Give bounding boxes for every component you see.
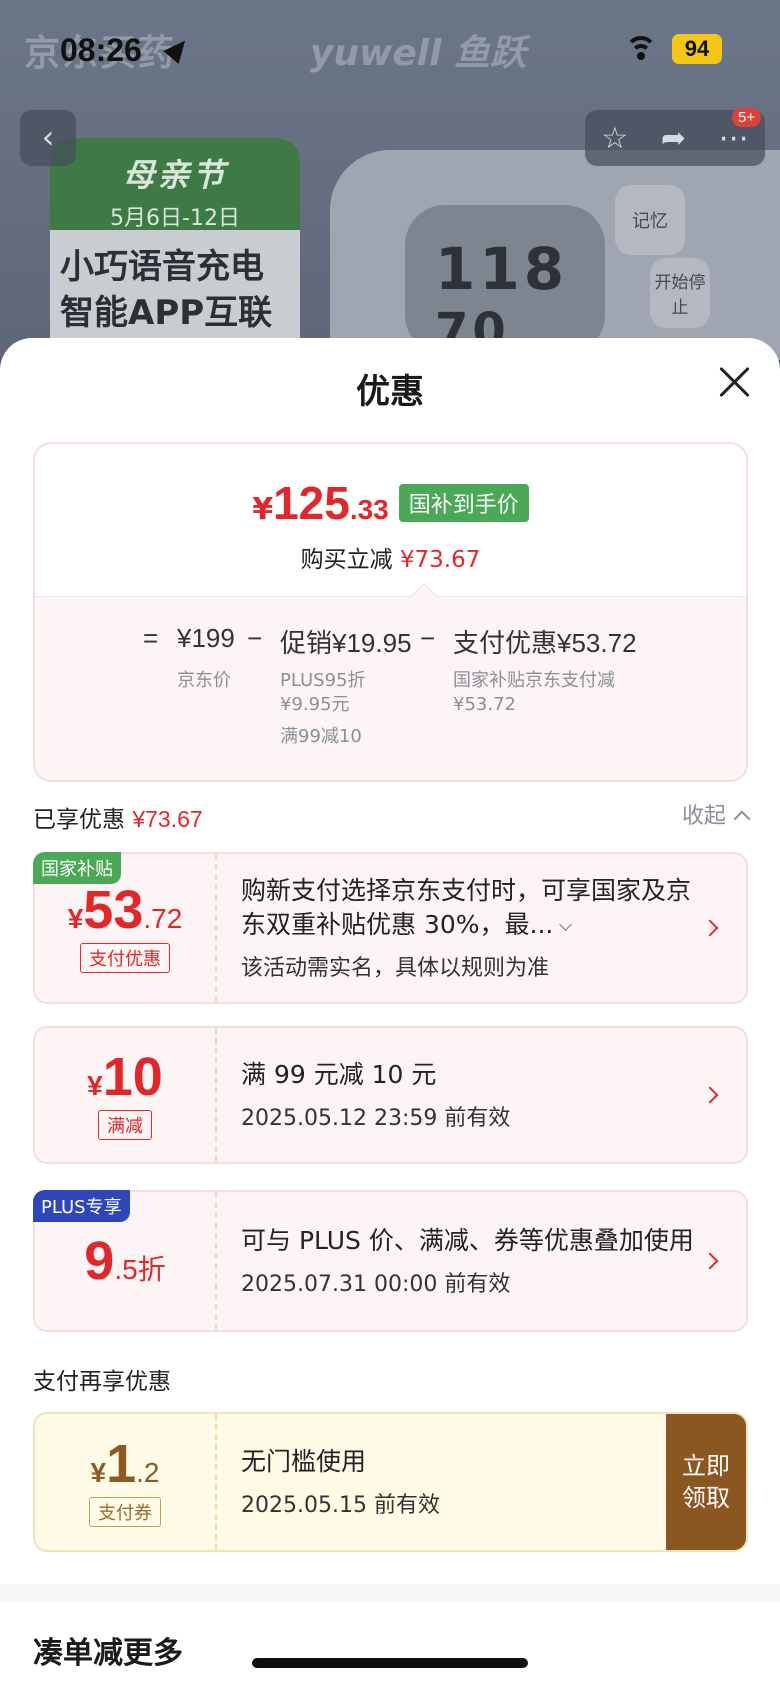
message-badge: 5+ <box>732 108 762 127</box>
minus-sign: − <box>420 623 436 653</box>
status-time: 08:26 <box>60 32 142 68</box>
coupon-amount: ¥10 <box>87 1047 163 1107</box>
coupon-title: 无门槛使用 <box>241 1447 367 1476</box>
home-indicator[interactable] <box>252 1658 528 1668</box>
promo-line: 智能APP互联 <box>60 293 273 333</box>
chevron-up-icon <box>733 810 751 828</box>
pay-discount-detail: 国家补贴京东支付减 <box>453 670 615 691</box>
chevron-right-icon <box>701 1086 719 1104</box>
coupon-expiry: 2025.05.15 前有效 <box>241 1493 440 1518</box>
add-more-title: 凑单减更多 <box>33 1636 183 1671</box>
device-memory-button: 记忆 <box>615 185 685 255</box>
equals-sign: = <box>143 623 159 653</box>
promo-detail: 满99减10 <box>280 726 362 747</box>
minus-sign: − <box>247 623 263 653</box>
status-bar: 08:26 94 <box>0 30 780 74</box>
promo-title: 母亲节 <box>122 156 228 194</box>
pay-discount-amount: 支付优惠¥53.72 <box>453 628 637 658</box>
promo-card: 母亲节 5月6日-12日 小巧语音充电 智能APP互联 <box>50 138 300 360</box>
reduce-value: ¥73.67 <box>399 547 481 573</box>
claim-coupon-button[interactable]: 立即领取 <box>666 1414 746 1550</box>
base-price-label: 京东价 <box>177 670 231 691</box>
coupon-gov-subsidy[interactable]: ¥53.72 支付优惠 国家补贴 购新支付选择京东支付时，可享国家及京东双重补贴… <box>33 852 748 1004</box>
plus-exclusive-corner-tag: PLUS专享 <box>33 1190 130 1222</box>
enjoyed-label-text: 已享优惠 <box>33 807 125 833</box>
currency-symbol: ¥ <box>252 492 274 527</box>
coupon-expiry: 2025.07.31 00:00 前有效 <box>241 1272 511 1297</box>
collapse-toggle[interactable]: 收起 <box>681 798 751 830</box>
device-screen: 118 70 <box>405 205 605 359</box>
promo-date: 5月6日-12日 <box>110 206 240 231</box>
claim-button-label: 立即领取 <box>682 1452 730 1512</box>
promo-amount: 促销¥19.95 <box>280 628 412 658</box>
share-icon[interactable]: ➦ <box>661 121 686 156</box>
enjoyed-discount-label: 已享优惠 ¥73.67 <box>33 800 203 834</box>
star-icon[interactable]: ☆ <box>601 121 628 156</box>
pay-discount-detail: ¥53.72 <box>453 694 516 715</box>
coupon-title: 可与 PLUS 价、满减、券等优惠叠加使用 <box>241 1226 694 1255</box>
enjoyed-value: ¥73.67 <box>132 806 203 832</box>
coupon-amount: 9.5折 <box>84 1231 166 1291</box>
back-button[interactable]: ‹ <box>20 110 76 166</box>
promo-line: 小巧语音充电 <box>60 247 264 287</box>
chevron-down-icon[interactable] <box>559 918 573 931</box>
chevron-right-icon <box>701 1252 719 1270</box>
coupon-title: 购新支付选择京东支付时，可享国家及京东双重补贴优惠 30%，最... <box>241 876 692 939</box>
final-price-int: 125 <box>273 477 350 529</box>
device-start-button: 开始停止 <box>650 258 710 328</box>
promo-detail: ¥9.95元 <box>280 694 350 715</box>
final-price-dec: .33 <box>349 494 389 525</box>
close-icon[interactable] <box>714 362 754 402</box>
promo-detail: PLUS95折 <box>280 670 366 691</box>
gov-subsidy-tag: 国补到手价 <box>398 484 529 522</box>
wifi-icon <box>625 36 657 62</box>
coupon-full-reduction[interactable]: ¥10 满减 满 99 元减 10 元 2025.05.12 23:59 前有效 <box>33 1026 748 1164</box>
coupon-type-tag: 支付券 <box>89 1497 161 1527</box>
gov-subsidy-corner-tag: 国家补贴 <box>33 852 121 884</box>
screen-reading: 118 <box>435 235 569 303</box>
coupon-amount: ¥1.2 <box>90 1434 160 1494</box>
discount-sheet: 优惠 ¥ 125 .33 国补到手价 购买立减 ¥73.67 = ¥199 − … <box>0 338 780 1688</box>
price-breakdown: = ¥199 − 促销¥19.95 − 支付优惠¥53.72 京东价 PLUS9… <box>35 583 746 780</box>
coupon-plus-discount[interactable]: 9.5折 PLUS专享 可与 PLUS 价、满减、券等优惠叠加使用 2025.0… <box>33 1190 748 1332</box>
section-divider <box>0 1584 780 1602</box>
battery-indicator: 94 <box>672 34 722 64</box>
pay-more-discount-label: 支付再享优惠 <box>33 1369 171 1395</box>
coupon-type-tag: 支付优惠 <box>80 943 170 973</box>
price-summary: ¥ 125 .33 国补到手价 购买立减 ¥73.67 = ¥199 − 促销¥… <box>33 442 748 782</box>
coupon-type-tag: 满减 <box>98 1110 152 1140</box>
reduce-label: 购买立减 <box>300 547 393 573</box>
base-price: ¥199 <box>177 623 235 653</box>
chevron-right-icon <box>701 919 719 937</box>
coupon-expiry: 2025.05.12 23:59 前有效 <box>241 1106 511 1131</box>
pay-coupon: ¥1.2 支付券 无门槛使用 2025.05.15 前有效 立即领取 <box>33 1412 748 1552</box>
coupon-amount: ¥53.72 <box>67 880 183 940</box>
coupon-title: 满 99 元减 10 元 <box>241 1060 437 1089</box>
location-arrow-icon <box>163 34 193 64</box>
coupon-note: 该活动需实名，具体以规则为准 <box>241 956 550 981</box>
collapse-label: 收起 <box>681 804 726 829</box>
chevron-left-icon: ‹ <box>41 118 55 156</box>
sheet-title: 优惠 <box>356 372 424 412</box>
